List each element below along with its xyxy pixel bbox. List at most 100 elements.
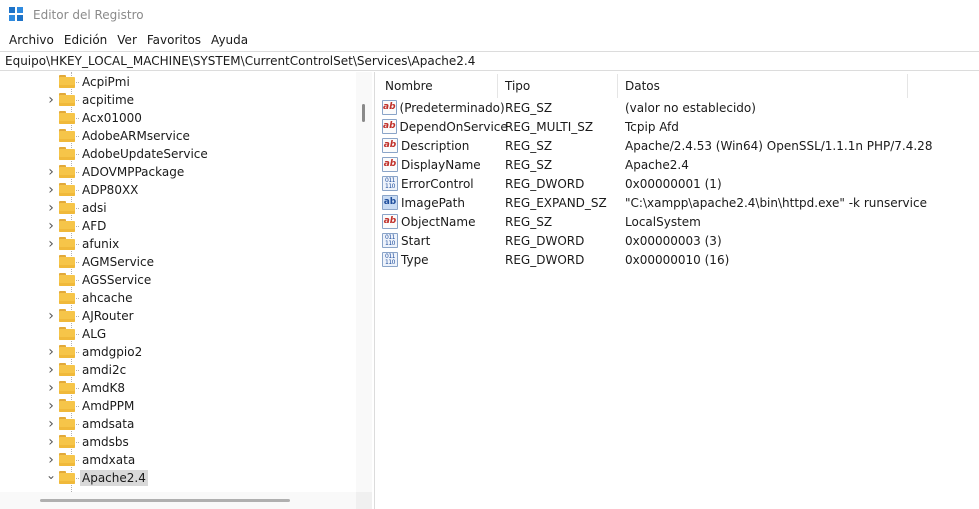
tree-item-label: AdobeARMservice (82, 129, 190, 143)
chevron-right-icon[interactable]: › (45, 363, 57, 377)
address-path[interactable]: Equipo\HKEY_LOCAL_MACHINE\SYSTEM\Current… (5, 54, 475, 68)
string-value-icon: ab (382, 138, 398, 153)
chevron-right-icon[interactable]: › (45, 309, 57, 323)
tree-item[interactable]: ⌄ Apache2.4 (0, 469, 356, 487)
folder-icon (59, 147, 75, 160)
tree-item[interactable]: › acpitime (0, 91, 356, 109)
tree-item-label: ADOVMPPackage (82, 165, 185, 179)
folder-icon (59, 201, 75, 214)
value-row[interactable]: 011 110 ErrorControl REG_DWORD 0x00000001 (… (378, 174, 979, 193)
chevron-right-icon[interactable]: › (45, 417, 57, 431)
tree-item-label: amdsata (82, 417, 135, 431)
menu-archivo[interactable]: Archivo (4, 33, 59, 47)
tree-item[interactable]: › adsi (0, 199, 356, 217)
folder-icon (59, 183, 75, 196)
chevron-right-icon[interactable]: › (45, 453, 57, 467)
chevron-right-icon[interactable]: › (45, 201, 57, 215)
folder-icon (59, 129, 75, 142)
value-row[interactable]: 011 110 Type REG_DWORD 0x00000010 (16) (378, 250, 979, 269)
menu-favoritos[interactable]: Favoritos (142, 33, 206, 47)
key-tree: AcpiPmi › acpitime Acx01000 AdobeARMservice A… (0, 72, 356, 492)
tree-item[interactable]: › amdi2c (0, 361, 356, 379)
tree-item[interactable]: › ADOVMPPackage (0, 163, 356, 181)
chevron-right-icon[interactable]: › (45, 435, 57, 449)
value-type: REG_DWORD (505, 233, 585, 248)
value-data: LocalSystem (625, 214, 701, 229)
chevron-right-icon[interactable]: › (45, 399, 57, 413)
registry-editor-app-icon (9, 7, 25, 23)
tree-horizontal-scrollbar[interactable] (0, 492, 356, 509)
tree-horizontal-scroll-thumb[interactable] (40, 499, 290, 502)
value-data: 0x00000003 (3) (625, 233, 722, 248)
value-type: REG_SZ (505, 214, 553, 229)
tree-item[interactable]: › amdsata (0, 415, 356, 433)
tree-vertical-scrollbar[interactable] (356, 72, 372, 492)
tree-vertical-scroll-thumb[interactable] (362, 104, 365, 122)
tree-item-label: amdsbs (82, 435, 129, 449)
value-data: "C:\xampp\apache2.4\bin\httpd.exe" -k ru… (625, 195, 927, 210)
folder-icon (59, 345, 75, 358)
column-header-data[interactable]: Datos (618, 74, 908, 98)
tree-item[interactable]: › amdgpio2 (0, 343, 356, 361)
window-title: Editor del Registro (33, 8, 144, 22)
scrollbar-corner (356, 492, 372, 509)
tree-item[interactable]: AGMService (0, 253, 356, 271)
column-header-name[interactable]: Nombre (378, 74, 498, 98)
string-value-icon: ab (382, 157, 398, 172)
menu-ayuda[interactable]: Ayuda (206, 33, 253, 47)
tree-item[interactable]: AGSService (0, 271, 356, 289)
tree-item[interactable]: ahcache (0, 289, 356, 307)
folder-icon (59, 417, 75, 430)
tree-item[interactable]: › afunix (0, 235, 356, 253)
chevron-right-icon[interactable]: › (45, 381, 57, 395)
value-data: 0x00000010 (16) (625, 252, 730, 267)
folder-icon (59, 111, 75, 124)
binary-value-icon: 011 110 (382, 233, 398, 248)
menu-edicion[interactable]: Edición (59, 33, 112, 47)
tree-item[interactable]: AcpiPmi (0, 73, 356, 91)
tree-item-label: AJRouter (82, 309, 134, 323)
tree-item-label: amdi2c (82, 363, 127, 377)
chevron-right-icon[interactable]: › (45, 93, 57, 107)
value-row[interactable]: ab ObjectName REG_SZ LocalSystem (378, 212, 979, 231)
values-list: ab (Predeterminado) REG_SZ (valor no establ… (378, 98, 979, 269)
tree-item-label: AFD (82, 219, 107, 233)
tree-item-label: adsi (82, 201, 107, 215)
folder-icon (59, 327, 75, 340)
folder-icon (59, 219, 75, 232)
tree-item[interactable]: › amdxata (0, 451, 356, 469)
string-value-icon: ab (382, 100, 397, 115)
chevron-down-icon[interactable]: ⌄ (45, 469, 57, 481)
tree-item[interactable]: › amdsbs (0, 433, 356, 451)
address-bar[interactable]: Equipo\HKEY_LOCAL_MACHINE\SYSTEM\Current… (0, 51, 979, 71)
value-row[interactable]: 011 110 Start REG_DWORD 0x00000003 (3) (378, 231, 979, 250)
tree-item[interactable]: › AmdK8 (0, 379, 356, 397)
value-row[interactable]: ab (Predeterminado) REG_SZ (valor no establ… (378, 98, 979, 117)
chevron-right-icon[interactable]: › (45, 219, 57, 233)
column-header-type[interactable]: Tipo (498, 74, 618, 98)
menu-ver[interactable]: Ver (112, 33, 142, 47)
chevron-right-icon[interactable]: › (45, 345, 57, 359)
tree-item[interactable]: AdobeUpdateService (0, 145, 356, 163)
value-type: REG_DWORD (505, 176, 585, 191)
value-name-cell: ab DependOnService (378, 119, 508, 134)
folder-icon (59, 237, 75, 250)
tree-item[interactable]: › AFD (0, 217, 356, 235)
folder-icon (59, 309, 75, 322)
tree-item[interactable]: › AmdPPM (0, 397, 356, 415)
tree-item[interactable]: ALG (0, 325, 356, 343)
chevron-right-icon[interactable]: › (45, 237, 57, 251)
value-data: (valor no establecido) (625, 100, 756, 115)
chevron-right-icon[interactable]: › (45, 165, 57, 179)
tree-item[interactable]: › ADP80XX (0, 181, 356, 199)
value-row[interactable]: ab DependOnService REG_MULTI_SZ Tcpip Afd (378, 117, 979, 136)
value-row[interactable]: ab DisplayName REG_SZ Apache2.4 (378, 155, 979, 174)
tree-item[interactable]: › AJRouter (0, 307, 356, 325)
value-row[interactable]: ab ImagePath REG_EXPAND_SZ "C:\xampp\apache… (378, 193, 979, 212)
chevron-right-icon[interactable]: › (45, 183, 57, 197)
value-row[interactable]: ab Description REG_SZ Apache/2.4.53 (Win64)… (378, 136, 979, 155)
tree-item[interactable]: AdobeARMservice (0, 127, 356, 145)
value-name-cell: ab Description (378, 138, 498, 153)
tree-item[interactable]: Acx01000 (0, 109, 356, 127)
folder-icon (59, 471, 75, 484)
